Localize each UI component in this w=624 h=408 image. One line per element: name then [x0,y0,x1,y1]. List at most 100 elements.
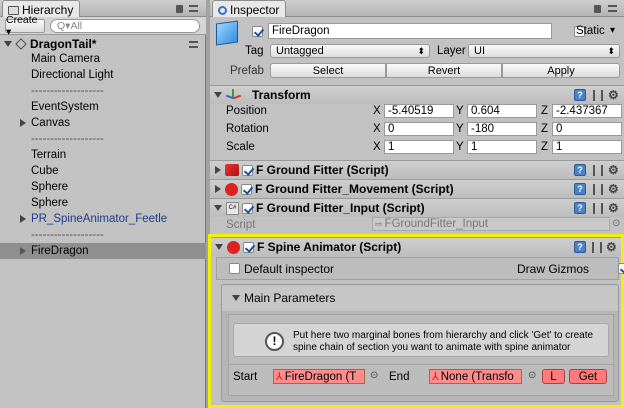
default-inspector-checkbox[interactable] [229,263,240,274]
help-box: ! Put here two marginal bones from hiera… [233,323,609,357]
prefab-revert-button[interactable]: Revert [386,63,502,78]
end-bone-value: None (Transfo [440,370,514,383]
presets-icon[interactable] [593,203,603,214]
search-input[interactable]: Q▾All [50,19,200,33]
collapse-arrow-icon[interactable] [215,244,223,250]
end-bone-field[interactable]: ⅄ None (Transfo [429,369,522,384]
collapse-arrow-icon[interactable] [232,295,240,301]
help-icon[interactable]: ? [574,183,586,195]
position-z-field[interactable]: -2.437367 [552,104,622,118]
rotation-z-field[interactable]: 0 [552,122,622,136]
help-text-line-2: spine chain of section you want to anima… [293,342,571,353]
lock-icon[interactable] [176,5,183,13]
presets-icon[interactable] [593,165,603,176]
hierarchy-item[interactable]: Cube [0,163,206,179]
hierarchy-item[interactable]: Sphere [0,195,206,211]
layer-dropdown[interactable]: UI ⬍ [468,44,620,58]
rotation-y-field[interactable]: -180 [467,122,537,136]
ground-fitter-input-component-header[interactable]: C# F Ground Fitter_Input (Script) ? ⚙ [210,198,624,217]
hierarchy-item[interactable]: Terrain [0,147,206,163]
transform-icon [225,89,242,101]
component-enabled-checkbox[interactable] [243,241,254,253]
gear-icon[interactable]: ⚙ [608,183,619,195]
hierarchy-item[interactable]: Sphere [0,179,206,195]
presets-icon[interactable] [593,184,603,195]
component-title: F Ground Fitter (Script) [256,163,389,177]
object-picker-icon[interactable]: ⊙ [370,370,378,381]
gear-icon[interactable]: ⚙ [606,241,617,253]
hierarchy-separator[interactable]: ------------------- [0,131,206,147]
get-button[interactable]: Get [569,369,607,384]
object-picker-icon[interactable]: ⊙ [612,218,620,229]
spine-animator-component-header[interactable]: F Spine Animator (Script) ? ⚙ [211,237,621,256]
ground-fitter-component-header[interactable]: F Ground Fitter (Script) ? ⚙ [210,160,624,179]
draw-gizmos-checkbox[interactable] [618,263,624,274]
create-button[interactable]: Create ▾ [5,14,45,38]
inspector-panel: Inspector FireDragon Static ▾ Tag Untagg… [208,0,624,408]
expand-arrow-icon[interactable] [215,166,221,174]
expand-arrow-icon[interactable] [20,247,26,255]
hierarchy-item[interactable]: Main Camera [0,51,206,67]
section-divider [229,364,613,365]
scale-y-field[interactable]: 1 [467,140,537,154]
object-name-field[interactable]: FireDragon [268,23,552,39]
presets-icon[interactable] [593,90,603,101]
hierarchy-panel: Hierarchy Create ▾ Q▾All DragonTail* Mai… [0,0,206,408]
info-icon [218,5,227,15]
gear-icon[interactable]: ⚙ [608,202,619,214]
hierarchy-item-selected[interactable]: FireDragon [0,243,206,259]
scale-z-field[interactable]: 1 [552,140,622,154]
movement-icon [225,182,238,196]
panel-menu-icon[interactable] [189,5,198,12]
active-checkbox[interactable] [252,26,263,37]
position-y-field[interactable]: 0.604 [467,104,537,118]
scale-x-field[interactable]: 1 [384,140,454,154]
inspector-tab[interactable]: Inspector [212,0,287,17]
hierarchy-separator[interactable]: ------------------- [0,227,206,243]
hierarchy-item[interactable]: Canvas [0,115,206,131]
help-icon[interactable]: ? [574,89,586,101]
component-enabled-checkbox[interactable] [242,202,253,214]
transform-component-header[interactable]: Transform ? ⚙ [210,85,624,104]
component-title: F Ground Fitter_Movement (Script) [255,182,454,196]
component-enabled-checkbox[interactable] [242,164,253,176]
expand-arrow-icon[interactable] [20,119,26,127]
panel-menu-icon[interactable] [608,5,617,12]
position-x-field[interactable]: -5.40519 [384,104,454,118]
collapse-arrow-icon[interactable] [214,92,222,98]
rotation-x-field[interactable]: 0 [384,122,454,136]
expand-arrow-icon[interactable] [4,41,12,47]
start-bone-field[interactable]: ⅄ FireDragon (T [273,369,365,384]
tag-dropdown[interactable]: Untagged ⬍ [270,44,430,58]
presets-icon[interactable] [592,242,602,253]
expand-arrow-icon[interactable] [20,215,26,223]
hierarchy-item-prefab[interactable]: PR_SpineAnimator_Feetle [0,211,206,227]
main-parameters-header[interactable]: Main Parameters [222,285,618,311]
hierarchy-item[interactable]: Directional Light [0,67,206,83]
prefab-apply-button[interactable]: Apply [502,63,620,78]
object-picker-icon[interactable]: ⊙ [528,370,536,381]
scene-row[interactable]: DragonTail* [0,36,206,52]
z-axis-label: Z [541,141,549,153]
hierarchy-item-label: PR_SpineAnimator_Feetle [31,213,168,225]
static-dropdown-icon[interactable]: ▾ [610,25,615,36]
hierarchy-separator[interactable]: ------------------- [0,83,206,99]
l-button[interactable]: L [542,369,565,384]
component-enabled-checkbox[interactable] [241,183,252,195]
ground-fitter-movement-component-header[interactable]: F Ground Fitter_Movement (Script) ? ⚙ [210,179,624,198]
scale-label: Scale [226,141,255,153]
help-icon[interactable]: ? [574,164,586,176]
hierarchy-item[interactable]: EventSystem [0,99,206,115]
inspector-tab-label: Inspector [230,3,280,17]
collapse-arrow-icon[interactable] [214,205,222,211]
gear-icon[interactable]: ⚙ [608,164,619,176]
unity-scene-icon [15,38,27,50]
scene-menu-icon[interactable] [189,40,198,48]
expand-arrow-icon[interactable] [215,185,221,193]
help-icon[interactable]: ? [574,202,586,214]
gear-icon[interactable]: ⚙ [608,89,619,101]
prefab-select-button[interactable]: Select [270,63,386,78]
help-icon[interactable]: ? [574,241,586,253]
transform-icon: ⅄ [276,371,283,383]
lock-icon[interactable] [594,5,601,13]
